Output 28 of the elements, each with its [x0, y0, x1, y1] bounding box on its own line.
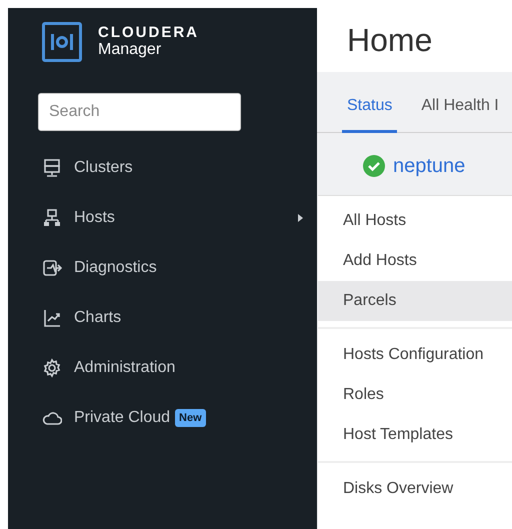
chart-icon	[42, 308, 62, 328]
menu-item[interactable]: Hosts Configuration	[318, 335, 512, 375]
tab[interactable]: Status	[342, 90, 398, 133]
page-title: Home	[347, 21, 432, 60]
diagnostics-icon	[42, 258, 62, 278]
server-icon	[42, 158, 62, 178]
brand-name: CLOUDERA	[98, 25, 199, 41]
search-field[interactable]: Search	[38, 93, 241, 131]
sidebar-item[interactable]: Private Cloud New	[38, 393, 317, 443]
menu-item[interactable]: Parcels	[318, 281, 512, 321]
settings-icon	[42, 358, 62, 378]
menu-item[interactable]: Host Templates	[318, 415, 512, 455]
check-icon	[363, 155, 385, 177]
cluster-link[interactable]: neptune	[393, 155, 466, 177]
sidebar-item[interactable]: Charts	[38, 293, 317, 343]
menu-item[interactable]: All Hosts	[318, 201, 512, 241]
new-tag: New	[175, 408, 206, 428]
sidebar-item[interactable]: Hosts	[38, 193, 317, 243]
menu-item[interactable]: Disks Overview	[318, 469, 512, 509]
network-icon	[42, 208, 62, 228]
sidebar-item[interactable]: Administration	[38, 343, 317, 393]
sidebar-item[interactable]: Clusters	[38, 143, 317, 193]
tab[interactable]: All Health I	[421, 90, 499, 133]
product-name: Manager	[98, 41, 162, 59]
sidebar-item[interactable]: Diagnostics	[38, 243, 317, 293]
menu-item[interactable]: Roles	[318, 375, 512, 415]
menu-item[interactable]: Add Hosts	[318, 241, 512, 281]
logo-icon	[42, 22, 82, 62]
